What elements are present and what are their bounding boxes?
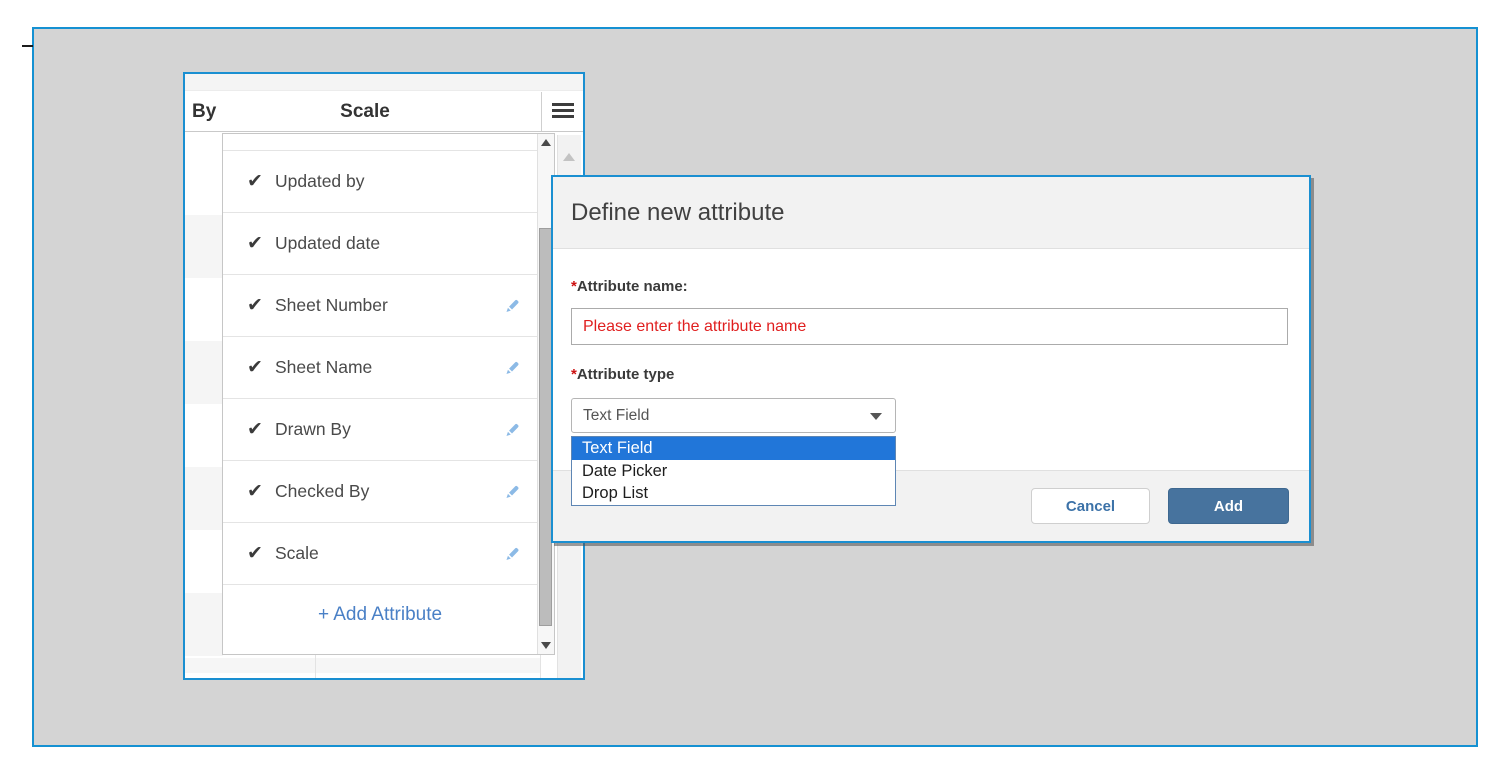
check-icon: ✔ <box>247 170 275 193</box>
menu-item-drawn-by[interactable]: ✔ Drawn By <box>223 399 537 461</box>
dialog-header: Define new attribute <box>553 177 1309 249</box>
attribute-type-select[interactable]: Text Field <box>571 398 896 433</box>
column-menu: ✔ Updated by ✔ Updated date ✔ Sheet Numb… <box>222 133 555 655</box>
table-row <box>185 658 541 673</box>
menu-item-sheet-number[interactable]: ✔ Sheet Number <box>223 275 537 337</box>
hamburger-icon[interactable] <box>552 103 574 121</box>
attribute-name-input[interactable] <box>571 308 1288 345</box>
check-icon: ✔ <box>247 418 275 441</box>
pencil-icon[interactable] <box>503 297 521 315</box>
option-drop-list[interactable]: Drop List <box>572 482 895 505</box>
check-icon: ✔ <box>247 294 275 317</box>
header-divider <box>541 92 542 131</box>
option-text-field[interactable]: Text Field <box>572 437 895 460</box>
pencil-icon[interactable] <box>503 545 521 563</box>
check-icon: ✔ <box>247 232 275 255</box>
menu-item-checked-by[interactable]: ✔ Checked By <box>223 461 537 523</box>
column-header-scale: Scale <box>225 92 505 131</box>
menu-item-updated-by[interactable]: ✔ Updated by <box>223 151 537 213</box>
check-icon: ✔ <box>247 480 275 503</box>
column-header-by: By <box>192 92 216 131</box>
table-header-row: By Scale <box>185 92 583 132</box>
dialog-body: *Attribute name: *Attribute type Text Fi… <box>553 250 1309 470</box>
pencil-icon[interactable] <box>503 359 521 377</box>
dialog-title: Define new attribute <box>571 177 784 249</box>
select-value: Text Field <box>583 399 649 432</box>
attribute-type-label: *Attribute type <box>571 366 674 383</box>
add-attribute-button[interactable]: + Add Attribute <box>223 585 537 645</box>
caret-down-icon <box>870 413 882 420</box>
menu-item-sheet-name[interactable]: ✔ Sheet Name <box>223 337 537 399</box>
menu-clipped-row <box>223 134 537 151</box>
attribute-type-options: Text Field Date Picker Drop List <box>571 436 896 506</box>
cancel-button[interactable]: Cancel <box>1031 488 1150 524</box>
table-row-stripes <box>185 152 223 658</box>
add-button[interactable]: Add <box>1168 488 1289 524</box>
panel-top-strip <box>185 74 583 91</box>
check-icon: ✔ <box>247 542 275 565</box>
menu-item-scale[interactable]: ✔ Scale <box>223 523 537 585</box>
menu-item-updated-date[interactable]: ✔ Updated date <box>223 213 537 275</box>
scroll-up-icon[interactable] <box>563 153 575 161</box>
define-attribute-dialog: Define new attribute *Attribute name: *A… <box>551 175 1311 543</box>
pencil-icon[interactable] <box>503 483 521 501</box>
table-grid-line <box>315 655 316 678</box>
check-icon: ✔ <box>247 356 275 379</box>
scroll-down-icon[interactable] <box>538 637 554 654</box>
attribute-name-label: *Attribute name: <box>571 278 688 295</box>
scroll-up-icon[interactable] <box>538 134 554 151</box>
option-date-picker[interactable]: Date Picker <box>572 460 895 483</box>
pencil-icon[interactable] <box>503 421 521 439</box>
edge-tick-mark <box>22 45 33 47</box>
table-grid-line <box>540 655 541 678</box>
